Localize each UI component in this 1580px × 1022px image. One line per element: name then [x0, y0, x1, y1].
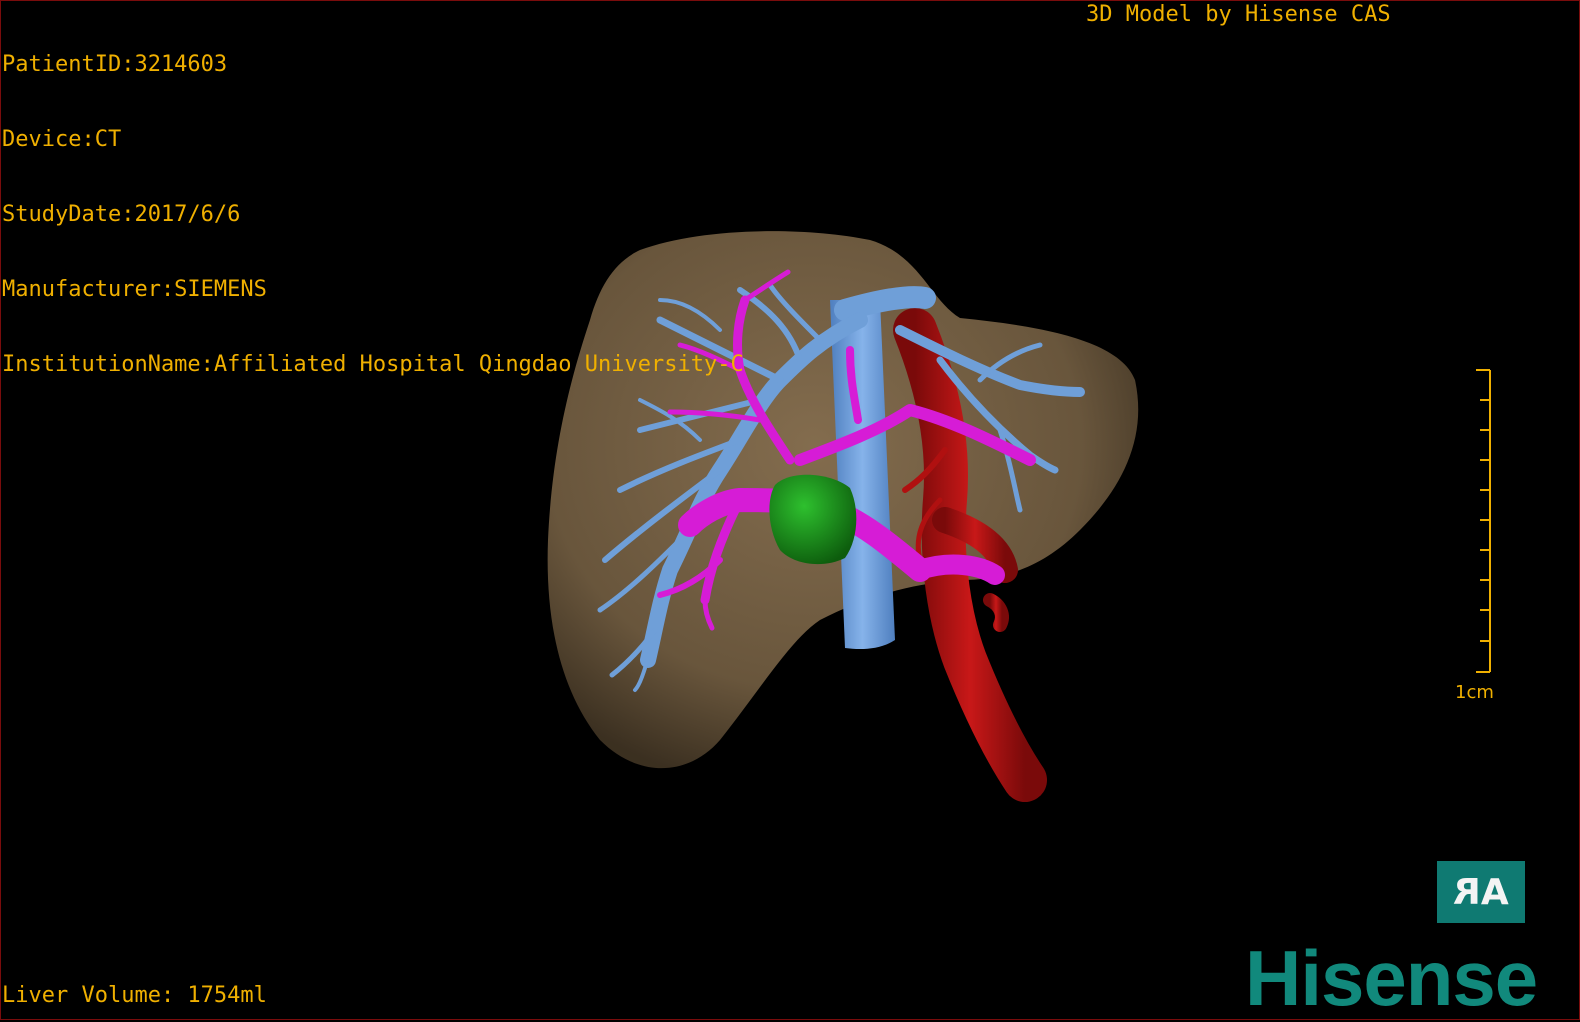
device-text: Device:CT [2, 127, 122, 152]
orientation-ra-button[interactable]: RA [1437, 861, 1525, 923]
patient-info-overlay: PatientID:3214603 Device:CT StudyDate:20… [2, 2, 744, 402]
study-date-text: StudyDate:2017/6/6 [2, 202, 241, 227]
tumor-mass [769, 474, 857, 565]
hisense-logo: Hisense [1245, 934, 1538, 1022]
manufacturer-text: Manufacturer:SIEMENS [2, 277, 267, 302]
institution-name-text: InstitutionName:Affiliated Hospital Qing… [2, 352, 744, 377]
model-credit-text: 3D Model by Hisense CAS [1086, 2, 1391, 27]
liver-volume-text: Liver Volume: 1754ml [2, 983, 267, 1008]
orientation-ra-icon: RA [1449, 871, 1513, 913]
scale-bar-label: 1cm [1455, 682, 1494, 703]
patient-id-text: PatientID:3214603 [2, 52, 228, 77]
scale-bar [1476, 369, 1491, 673]
